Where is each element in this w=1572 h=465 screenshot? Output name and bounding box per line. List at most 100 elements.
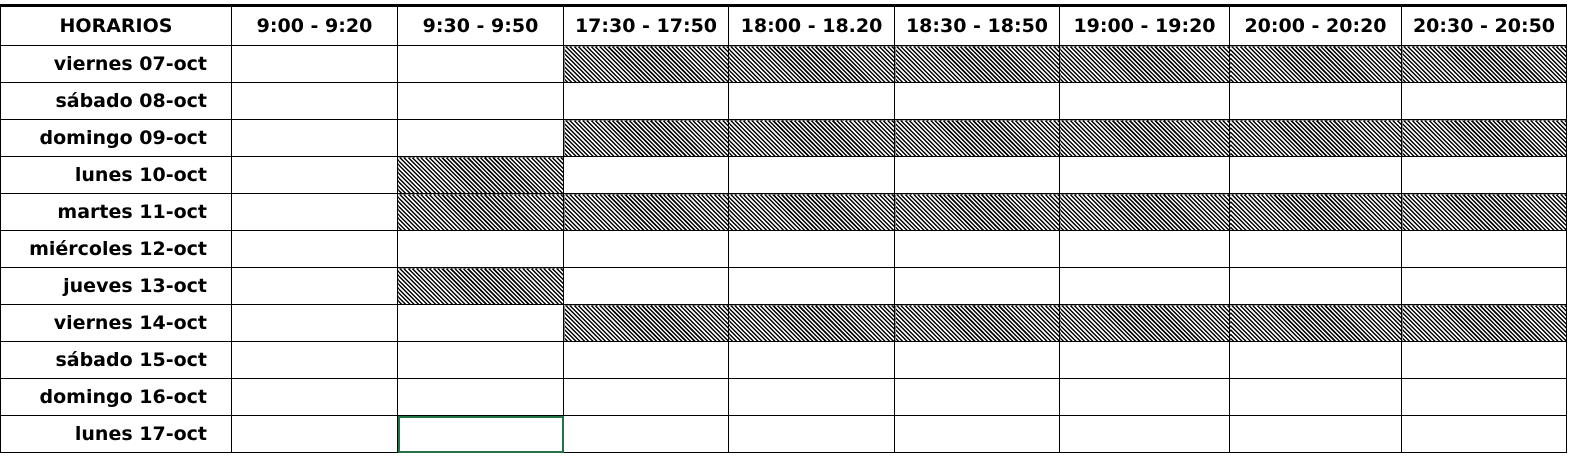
time-slot-header[interactable]: 19:00 - 19:20 xyxy=(1059,4,1230,46)
free-slot-cell[interactable] xyxy=(1401,378,1567,416)
time-slot-header[interactable]: 17:30 - 17:50 xyxy=(563,4,729,46)
free-slot-cell[interactable] xyxy=(1401,82,1567,120)
free-slot-cell[interactable] xyxy=(894,82,1060,120)
free-slot-cell[interactable] xyxy=(1229,156,1402,194)
free-slot-cell[interactable] xyxy=(563,378,729,416)
free-slot-cell[interactable] xyxy=(231,378,398,416)
free-slot-cell[interactable] xyxy=(728,415,895,453)
free-slot-cell[interactable] xyxy=(728,230,895,268)
free-slot-cell[interactable] xyxy=(728,378,895,416)
corner-header[interactable]: HORARIOS xyxy=(0,4,232,46)
free-slot-cell[interactable] xyxy=(1229,267,1402,305)
free-slot-cell[interactable] xyxy=(1401,230,1567,268)
time-slot-header[interactable]: 18:30 - 18:50 xyxy=(894,4,1060,46)
day-label[interactable]: jueves 13-oct xyxy=(0,267,232,305)
free-slot-cell[interactable] xyxy=(231,82,398,120)
blocked-slot-cell[interactable] xyxy=(894,304,1060,342)
blocked-slot-cell[interactable] xyxy=(1401,193,1567,231)
day-label[interactable]: lunes 10-oct xyxy=(0,156,232,194)
blocked-slot-cell[interactable] xyxy=(1229,193,1402,231)
free-slot-cell[interactable] xyxy=(1229,378,1402,416)
day-label[interactable]: domingo 09-oct xyxy=(0,119,232,157)
blocked-slot-cell[interactable] xyxy=(728,193,895,231)
blocked-slot-cell[interactable] xyxy=(397,193,564,231)
free-slot-cell[interactable] xyxy=(231,341,398,379)
free-slot-cell[interactable] xyxy=(1059,82,1230,120)
blocked-slot-cell[interactable] xyxy=(563,304,729,342)
blocked-slot-cell[interactable] xyxy=(1229,119,1402,157)
time-slot-header[interactable]: 9:30 - 9:50 xyxy=(397,4,564,46)
free-slot-cell[interactable] xyxy=(563,267,729,305)
time-slot-header[interactable]: 20:30 - 20:50 xyxy=(1401,4,1567,46)
free-slot-cell[interactable] xyxy=(231,156,398,194)
blocked-slot-cell[interactable] xyxy=(1059,45,1230,83)
free-slot-cell[interactable] xyxy=(231,119,398,157)
time-slot-header[interactable]: 18:00 - 18.20 xyxy=(728,4,895,46)
day-label[interactable]: viernes 14-oct xyxy=(0,304,232,342)
free-slot-cell[interactable] xyxy=(1401,415,1567,453)
blocked-slot-cell[interactable] xyxy=(397,267,564,305)
blocked-slot-cell[interactable] xyxy=(1401,304,1567,342)
free-slot-cell[interactable] xyxy=(894,341,1060,379)
free-slot-cell[interactable] xyxy=(231,304,398,342)
free-slot-cell[interactable] xyxy=(1401,156,1567,194)
blocked-slot-cell[interactable] xyxy=(728,304,895,342)
free-slot-cell[interactable] xyxy=(728,267,895,305)
free-slot-cell[interactable] xyxy=(397,45,564,83)
blocked-slot-cell[interactable] xyxy=(563,119,729,157)
free-slot-cell[interactable] xyxy=(397,119,564,157)
day-label[interactable]: domingo 16-oct xyxy=(0,378,232,416)
free-slot-cell[interactable] xyxy=(397,378,564,416)
free-slot-cell[interactable] xyxy=(563,230,729,268)
blocked-slot-cell[interactable] xyxy=(894,193,1060,231)
day-label[interactable]: martes 11-oct xyxy=(0,193,232,231)
free-slot-cell[interactable] xyxy=(231,230,398,268)
free-slot-cell[interactable] xyxy=(728,82,895,120)
free-slot-cell[interactable] xyxy=(231,267,398,305)
free-slot-cell[interactable] xyxy=(563,341,729,379)
free-slot-cell[interactable] xyxy=(894,378,1060,416)
time-slot-header[interactable]: 9:00 - 9:20 xyxy=(231,4,398,46)
blocked-slot-cell[interactable] xyxy=(894,45,1060,83)
free-slot-cell[interactable] xyxy=(1059,341,1230,379)
free-slot-cell[interactable] xyxy=(563,156,729,194)
free-slot-cell[interactable] xyxy=(894,230,1060,268)
free-slot-cell[interactable] xyxy=(894,267,1060,305)
free-slot-cell[interactable] xyxy=(1229,82,1402,120)
free-slot-cell[interactable] xyxy=(1229,341,1402,379)
blocked-slot-cell[interactable] xyxy=(1401,45,1567,83)
free-slot-cell[interactable] xyxy=(563,82,729,120)
free-slot-cell[interactable] xyxy=(231,415,398,453)
free-slot-cell[interactable] xyxy=(1059,415,1230,453)
free-slot-cell[interactable] xyxy=(231,193,398,231)
free-slot-cell[interactable] xyxy=(397,341,564,379)
free-slot-cell[interactable] xyxy=(728,341,895,379)
free-slot-cell[interactable] xyxy=(1229,415,1402,453)
blocked-slot-cell[interactable] xyxy=(1229,45,1402,83)
free-slot-cell[interactable] xyxy=(894,156,1060,194)
free-slot-cell[interactable] xyxy=(894,415,1060,453)
free-slot-cell[interactable] xyxy=(1059,156,1230,194)
free-slot-cell[interactable] xyxy=(231,45,398,83)
free-slot-cell[interactable] xyxy=(397,82,564,120)
free-slot-cell[interactable] xyxy=(397,230,564,268)
day-label[interactable]: miércoles 12-oct xyxy=(0,230,232,268)
blocked-slot-cell[interactable] xyxy=(563,45,729,83)
free-slot-cell[interactable] xyxy=(1059,230,1230,268)
blocked-slot-cell[interactable] xyxy=(1401,119,1567,157)
free-slot-cell[interactable] xyxy=(563,415,729,453)
blocked-slot-cell[interactable] xyxy=(728,119,895,157)
free-slot-cell[interactable] xyxy=(1059,267,1230,305)
free-slot-cell[interactable] xyxy=(728,156,895,194)
free-slot-cell[interactable] xyxy=(1229,230,1402,268)
day-label[interactable]: sábado 08-oct xyxy=(0,82,232,120)
blocked-slot-cell[interactable] xyxy=(1229,304,1402,342)
free-slot-cell[interactable] xyxy=(1401,341,1567,379)
free-slot-cell[interactable] xyxy=(1059,378,1230,416)
blocked-slot-cell[interactable] xyxy=(894,119,1060,157)
blocked-slot-cell[interactable] xyxy=(1059,304,1230,342)
selected-cell[interactable] xyxy=(397,415,564,453)
blocked-slot-cell[interactable] xyxy=(1059,119,1230,157)
free-slot-cell[interactable] xyxy=(1401,267,1567,305)
time-slot-header[interactable]: 20:00 - 20:20 xyxy=(1229,4,1402,46)
